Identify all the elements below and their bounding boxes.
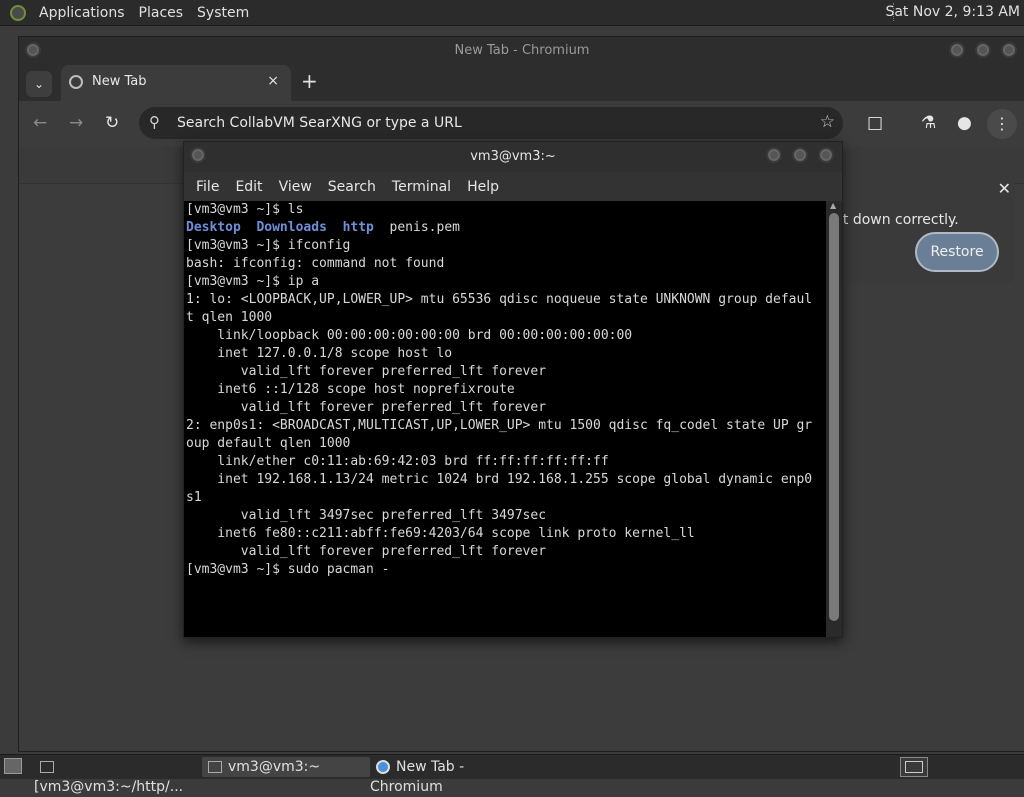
menu-view[interactable]: View — [271, 179, 320, 195]
tab-new-tab[interactable]: New Tab × — [61, 65, 291, 101]
restore-button[interactable]: Restore — [915, 232, 999, 272]
task-label: [vm3@vm3:~/http/... — [34, 779, 184, 795]
bottom-panel: [vm3@vm3:~/http/... vm3@vm3:~ New Tab - … — [0, 754, 1024, 795]
menu-applications[interactable]: Applications — [32, 5, 132, 21]
terminal-line: 1: lo: <LOOPBACK,UP,LOWER_UP> mtu 65536 … — [186, 292, 813, 307]
terminal-line: [vm3@vm3 ~]$ ifconfig — [186, 238, 351, 253]
terminal-window: vm3@vm3:~ File Edit View Search Terminal… — [183, 141, 843, 638]
terminal-line: [vm3@vm3 ~]$ ls — [186, 202, 304, 217]
task-label: vm3@vm3:~ — [228, 759, 321, 775]
menu-edit[interactable]: Edit — [227, 179, 270, 195]
menu-help[interactable]: Help — [459, 179, 507, 195]
terminal-line: inet 192.168.1.13/24 metric 1024 brd 192… — [186, 472, 813, 487]
workspace-switcher[interactable] — [900, 757, 928, 777]
kebab-menu-icon: ⋮ — [994, 114, 1010, 133]
workspace-1[interactable] — [905, 761, 923, 773]
clock[interactable]: Sat Nov 2, 9:13 AM — [885, 4, 1020, 20]
gnome-foot-icon[interactable] — [10, 4, 26, 21]
ls-directory: Downloads — [256, 220, 327, 235]
terminal-line: [vm3@vm3 ~]$ sudo pacman - — [186, 562, 390, 577]
taskbar-item-terminal[interactable]: vm3@vm3:~ — [202, 757, 370, 777]
menu-file[interactable]: File — [188, 179, 227, 195]
tab-close-icon[interactable]: × — [267, 73, 279, 89]
bookmark-star-icon[interactable]: ☆ — [820, 112, 835, 132]
terminal-line: valid_lft 3497sec preferred_lft 3497sec — [186, 508, 547, 523]
forward-icon[interactable]: → — [69, 113, 83, 133]
ls-file: penis.pem — [389, 220, 460, 235]
terminal-line: inet6 fe80::c211:abff:fe69:4203/64 scope… — [186, 526, 695, 541]
reload-icon[interactable]: ↻ — [105, 113, 119, 133]
terminal-line: valid_lft forever preferred_lft forever — [186, 364, 547, 379]
ls-directory: http — [342, 220, 374, 235]
tab-label: New Tab — [92, 74, 147, 89]
minimize-icon[interactable] — [949, 42, 965, 58]
taskbar-item-terminal-http[interactable]: [vm3@vm3:~/http/... — [34, 757, 200, 795]
terminal-line: [vm3@vm3 ~]$ ip a — [186, 274, 320, 289]
terminal-title: vm3@vm3:~ — [470, 149, 556, 164]
terminal-titlebar[interactable]: vm3@vm3:~ — [184, 142, 842, 172]
extensions-icon[interactable]: □ — [867, 113, 883, 133]
window-menu-icon[interactable] — [25, 42, 41, 58]
window-title: New Tab - Chromium — [454, 43, 590, 58]
terminal-line: link/loopback 00:00:00:00:00:00 brd 00:0… — [186, 328, 633, 343]
chromium-titlebar[interactable]: New Tab - Chromium — [19, 37, 1024, 65]
terminal-output[interactable]: [vm3@vm3 ~]$ ls Desktop Downloads http pe… — [184, 201, 826, 637]
restore-message: ıt down correctly. — [839, 212, 959, 228]
new-tab-button[interactable]: + — [301, 69, 318, 93]
menu-terminal[interactable]: Terminal — [384, 179, 459, 195]
menu-button[interactable]: ⋮ — [987, 109, 1017, 139]
tab-search-button[interactable]: ⌄ — [26, 71, 52, 97]
ls-directory: Desktop — [186, 220, 241, 235]
top-panel: Applications Places System Sat Nov 2, 9:… — [0, 0, 1024, 26]
minimize-icon[interactable] — [766, 147, 782, 163]
terminal-scrollbar[interactable]: ▲ — [826, 201, 842, 637]
chromium-icon — [376, 760, 390, 774]
terminal-line: oup default qlen 1000 — [186, 436, 351, 451]
bubble-close-icon[interactable]: ✕ — [998, 179, 1011, 198]
profile-icon[interactable]: ● — [957, 113, 972, 133]
scrollbar-thumb[interactable] — [829, 213, 839, 621]
omnibox-placeholder: Search CollabVM SearXNG or type a URL — [177, 115, 462, 131]
terminal-line: inet6 ::1/128 scope host noprefixroute — [186, 382, 515, 397]
terminal-menubar: File Edit View Search Terminal Help — [184, 172, 842, 201]
globe-icon — [69, 75, 83, 89]
show-desktop-icon[interactable] — [4, 758, 22, 774]
tab-strip: ⌄ New Tab × + — [19, 65, 1024, 101]
terminal-line: inet 127.0.0.1/8 scope host lo — [186, 346, 453, 361]
taskbar-item-chromium[interactable]: New Tab - Chromium — [370, 757, 538, 795]
terminal-icon — [208, 761, 222, 773]
terminal-line: 2: enp0s1: <BROADCAST,MULTICAST,UP,LOWER… — [186, 418, 813, 433]
menu-system[interactable]: System — [190, 5, 256, 21]
close-icon[interactable] — [818, 147, 834, 163]
window-menu-icon[interactable] — [190, 147, 206, 163]
menu-search[interactable]: Search — [320, 179, 384, 195]
maximize-icon[interactable] — [975, 42, 991, 58]
scroll-up-icon[interactable]: ▲ — [830, 201, 836, 210]
chevron-down-icon: ⌄ — [33, 77, 45, 91]
menu-places[interactable]: Places — [132, 5, 191, 21]
omnibox[interactable]: ⚲ Search CollabVM SearXNG or type a URL … — [139, 107, 843, 139]
terminal-line: bash: ifconfig: command not found — [186, 256, 445, 271]
back-icon[interactable]: ← — [33, 113, 47, 133]
maximize-icon[interactable] — [792, 147, 808, 163]
labs-flask-icon[interactable]: ⚗ — [921, 113, 936, 133]
restore-pages-bubble: ✕ ıt down correctly. Restore — [819, 159, 1015, 283]
terminal-line: s1 — [186, 490, 202, 505]
terminal-icon — [40, 761, 54, 773]
terminal-line: t qlen 1000 — [186, 310, 273, 325]
terminal-line: Desktop Downloads http penis.pem — [184, 219, 826, 237]
close-icon[interactable] — [1001, 42, 1017, 58]
terminal-line: valid_lft forever preferred_lft forever — [186, 400, 547, 415]
terminal-line: valid_lft forever preferred_lft forever — [186, 544, 547, 559]
terminal-line: link/ether c0:11:ab:69:42:03 brd ff:ff:f… — [186, 454, 609, 469]
search-icon: ⚲ — [149, 113, 160, 131]
